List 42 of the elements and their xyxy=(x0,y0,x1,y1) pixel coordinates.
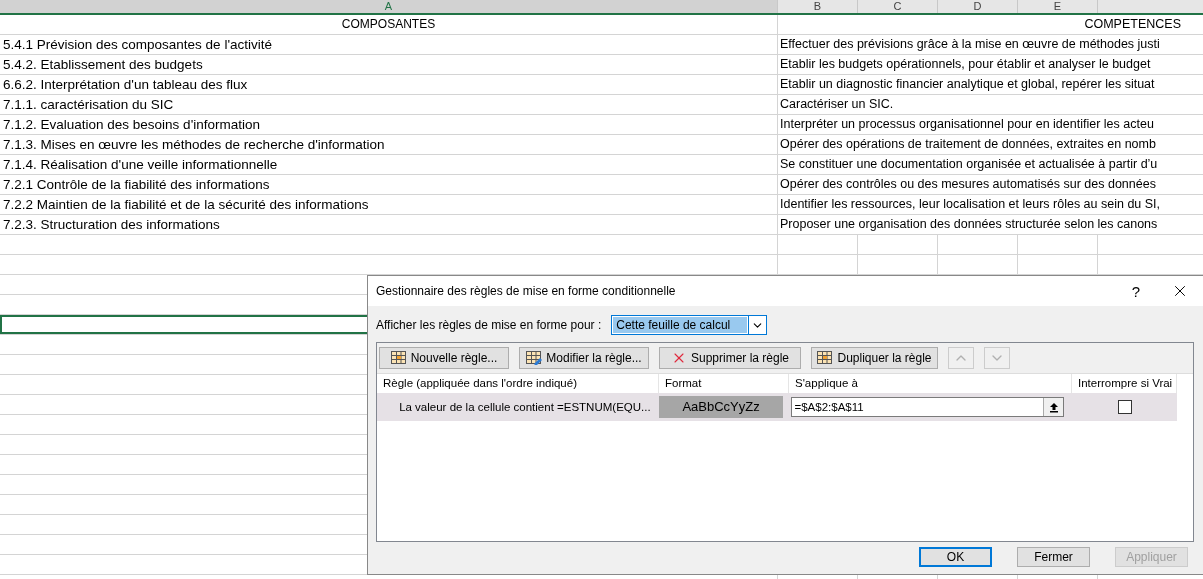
range-value: =$A$2:$A$11 xyxy=(793,401,865,413)
rule-text: La valeur de la cellule contient =ESTNUM(EQU... xyxy=(398,401,652,413)
table-cell: COMPOSANTES xyxy=(0,15,778,35)
dialog-button[interactable]: Fermer xyxy=(1017,547,1090,567)
toolbar-button[interactable]: Supprimer la règle xyxy=(659,347,801,369)
toolbar-button[interactable]: Dupliquer la règle xyxy=(811,347,938,369)
column-header[interactable]: A xyxy=(0,0,778,13)
dialog-title: Gestionnaire des règles de mise en forme conditionnelle xyxy=(376,284,677,298)
arrow-up-icon xyxy=(1048,401,1059,413)
table-cell: Effectuer des prévisions grâce à la mise en œuvre de méthodes justi xyxy=(778,35,1203,55)
table-cell: 6.6.2. Interprétation d'un tableau des flux xyxy=(0,75,778,95)
scope-dropdown[interactable]: Cette feuille de calcul xyxy=(611,315,768,335)
table-cell: Etablir les budgets opérationnels, pour établir et analyser le budget xyxy=(778,55,1203,75)
table-cell: 5.4.2. Etablissement des budgets xyxy=(0,55,778,75)
table-cell: 7.1.2. Evaluation des besoins d'information xyxy=(0,115,778,135)
checkbox[interactable] xyxy=(1117,400,1132,414)
table-cell: Caractériser un SIC. xyxy=(778,95,1203,115)
table-cell: COMPETENCES xyxy=(778,15,1203,35)
table-cell: 7.2.2 Maintien de la fiabilité et de la sécurité des informations xyxy=(0,195,778,215)
table-icon xyxy=(817,351,834,365)
collapse-button[interactable] xyxy=(1043,398,1064,416)
scope-label: Afficher les règles de mise en forme pour : xyxy=(376,318,602,332)
table-cell: Opérer des contrôles ou des mesures automatisés sur des données xyxy=(778,175,1203,195)
table-cell: Opérer des opérations de traitement de données, extraites en nomb xyxy=(778,135,1203,155)
table-icon xyxy=(390,351,407,365)
table-cell: 5.4.1 Prévision des composantes de l'activité xyxy=(0,35,778,55)
table-cell: 7.1.3. Mises en œuvre les méthodes de recherche d'information xyxy=(0,135,778,155)
table-pencil-icon xyxy=(526,351,543,365)
table-cell: 7.1.4. Réalisation d'une veille informationnelle xyxy=(0,155,778,175)
table-cell: 7.2.1 Contrôle de la fiabilité des informations xyxy=(0,175,778,195)
help-button[interactable]: ? xyxy=(1114,276,1158,306)
dialog-button[interactable]: OK xyxy=(919,547,992,567)
table-cell: Etablir un diagnostic financier analytique et global, repérer les situat xyxy=(778,75,1203,95)
table-cell: 7.1.1. caractérisation du SIC xyxy=(0,95,778,115)
toolbar-button[interactable]: Nouvelle règle... xyxy=(379,347,509,369)
table-cell: Interpréter un processus organisationnel pour en identifier les acteu xyxy=(778,115,1203,135)
table-cell: Se constituer une documentation organisée et actualisée à partir d’u xyxy=(778,155,1203,175)
table-cell: Identifier les ressources, leur localisation et leurs rôles au sein du SI, xyxy=(778,195,1203,215)
rule-row[interactable]: La valeur de la cellule contient =ESTNUM(EQU... AaBbCcYyZz =$A$2:$A$11 xyxy=(377,393,1177,421)
range-field[interactable]: =$A$2:$A$11 xyxy=(791,397,1065,417)
format-preview: AaBbCcYyZz xyxy=(658,396,784,418)
toolbar-button[interactable]: Modifier la règle... xyxy=(519,347,649,369)
